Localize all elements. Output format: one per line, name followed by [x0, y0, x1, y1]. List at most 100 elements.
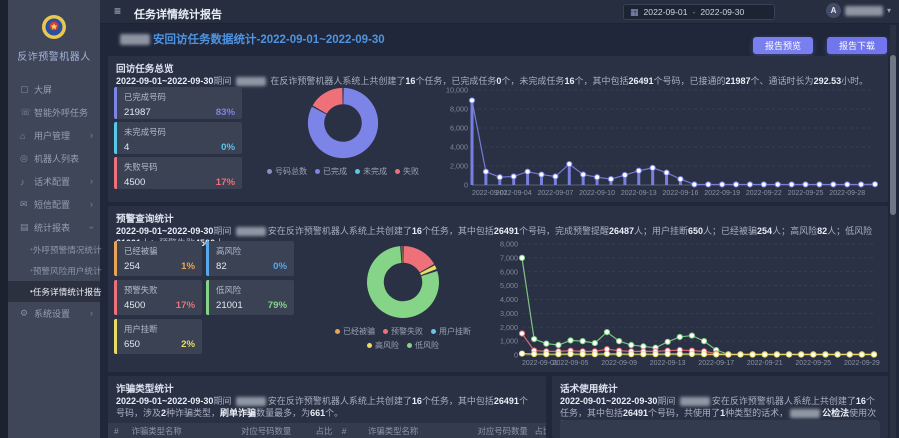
stat-card: 未完成号码40% — [114, 122, 242, 154]
table-col-header: 占比 — [528, 425, 546, 437]
stat-card-percent: 2% — [181, 339, 195, 350]
stat-card: 已经被骗2541% — [114, 241, 202, 276]
legend-dot-icon — [335, 329, 340, 334]
stat-card-label: 预警失败 — [124, 284, 195, 296]
report-download-button[interactable]: 报告下载 — [827, 37, 887, 54]
data-point — [519, 351, 524, 356]
legend-label: 未完成 — [363, 166, 387, 177]
stat-card: 用户挂断6502% — [114, 319, 202, 354]
data-point — [859, 182, 864, 187]
warning-donut-chart: 已经被骗预警失败用户挂断高风险低风险 — [320, 242, 486, 351]
sidebar-subitem-2[interactable]: •任务详情统计报告 — [8, 281, 100, 302]
user-menu[interactable]: A ▾ — [826, 3, 891, 18]
legend-item[interactable]: 用户挂断 — [431, 326, 471, 337]
sidebar-item-3[interactable]: ◎机器人列表 — [8, 147, 100, 170]
app-name: 反诈预警机器人 — [8, 48, 100, 63]
fraud-type-panel: 诈骗类型统计 2022-09-01~2022-09-30期间 安在反诈预警机器人… — [108, 376, 546, 438]
title-row: 安回访任务数据统计-2022-09-01~2022-09-30 报告预览 报告下… — [100, 24, 899, 56]
data-point — [859, 352, 864, 357]
svg-text:2022-09-05: 2022-09-05 — [553, 360, 589, 367]
fraud-type-summary: 2022-09-01~2022-09-30期间 安在反诈预警机器人系统上共创建了… — [116, 395, 536, 419]
sidebar-item-label: 机器人列表 — [34, 152, 79, 165]
svg-text:4,000: 4,000 — [450, 143, 468, 152]
svg-text:2022-09-10: 2022-09-10 — [579, 190, 615, 197]
stat-card-label: 高风险 — [216, 245, 287, 257]
stat-card-value: 4500 — [124, 177, 145, 188]
sidebar-item-1[interactable]: ☏智能外呼任务 — [8, 101, 100, 124]
sidebar-item-label: 统计报表 — [34, 221, 70, 234]
legend-item[interactable]: 预警失败 — [383, 326, 423, 337]
svg-text:7,000: 7,000 — [500, 253, 518, 262]
legend-item[interactable]: 失败 — [395, 166, 419, 177]
date-start[interactable]: 2022-09-01 — [644, 7, 688, 17]
data-point — [803, 182, 808, 187]
sidebar-subitem-1[interactable]: •预警风险用户统计 — [8, 260, 100, 281]
legend-item[interactable]: 未完成 — [355, 166, 387, 177]
data-point — [665, 339, 670, 344]
line-chart-svg: 01,0002,0003,0004,0005,0006,0007,0008,00… — [488, 238, 882, 368]
legend-item[interactable]: 低风险 — [407, 340, 439, 351]
legend-item[interactable]: 已经被骗 — [335, 326, 375, 337]
sidebar-item-4[interactable]: ♪话术配置› — [8, 170, 100, 193]
svg-text:2022-09-09: 2022-09-09 — [601, 360, 637, 367]
script-usage-panel: 话术使用统计 2022-09-01~2022-09-30期间 安在反诈预警机器人… — [552, 376, 888, 438]
scrollbar-thumb[interactable] — [890, 55, 896, 215]
sidebar-item-0[interactable]: ▢大屏 — [8, 78, 100, 101]
svg-text:2022-09-21: 2022-09-21 — [747, 360, 783, 367]
sidebar-item-6[interactable]: ▤统计报表› — [8, 216, 100, 239]
fraud-type-title: 诈骗类型统计 — [116, 381, 174, 395]
stat-card-percent: 79% — [268, 300, 287, 311]
svg-text:10,000: 10,000 — [446, 86, 468, 95]
data-point — [553, 174, 558, 179]
svg-text:0: 0 — [514, 351, 518, 360]
date-end[interactable]: 2022-09-30 — [700, 7, 744, 17]
menu-toggle-icon[interactable]: ≡ — [114, 4, 121, 18]
redacted-text — [236, 227, 266, 236]
data-point — [519, 255, 524, 260]
svg-text:2022-09-25: 2022-09-25 — [795, 360, 831, 367]
data-point — [539, 172, 544, 177]
redacted-text — [680, 397, 710, 406]
script-usage-card-partial — [560, 420, 880, 438]
data-point — [692, 182, 697, 187]
redacted-text — [236, 397, 266, 406]
data-point — [689, 351, 694, 356]
data-point — [567, 162, 572, 167]
overview-stat-cards: 已完成号码2198783%未完成号码40%失败号码450017% — [114, 87, 242, 189]
sidebar-item-label: 智能外呼任务 — [34, 106, 88, 119]
data-point — [568, 338, 573, 343]
chevron-down-icon: ▾ — [887, 6, 891, 15]
data-point — [581, 172, 586, 177]
date-range-picker[interactable]: ▦ 2022-09-01 - 2022-09-30 — [623, 4, 775, 20]
legend-label: 号码总数 — [275, 166, 307, 177]
sidebar-item-2[interactable]: ⌂用户管理› — [8, 124, 100, 147]
report-preview-button[interactable]: 报告预览 — [753, 37, 813, 54]
stat-card-value: 21001 — [216, 300, 243, 311]
overview-line-chart: 02,0004,0006,0008,00010,0002022-09-01202… — [438, 84, 883, 198]
police-badge-icon — [41, 14, 67, 40]
warning-panel: 预警查询统计 2022-09-01~2022-09-30期间 安在反诈预警机器人… — [108, 206, 888, 372]
stat-card-percent: 0% — [273, 261, 287, 272]
svg-text:1,000: 1,000 — [500, 337, 518, 346]
legend-item[interactable]: 号码总数 — [267, 166, 307, 177]
sidebar-item-5[interactable]: ✉短信配置› — [8, 193, 100, 216]
legend-label: 已经被骗 — [343, 326, 375, 337]
data-point — [525, 169, 530, 174]
sidebar-subitem-label: 任务详情统计报告 — [33, 286, 102, 298]
sidebar-item-7[interactable]: ⚙系统设置› — [8, 302, 100, 325]
legend-dot-icon — [355, 169, 360, 174]
data-point — [678, 177, 683, 182]
phone-task-icon: ☏ — [20, 107, 34, 118]
donut-slice-用户挂断 — [427, 269, 428, 272]
legend-item[interactable]: 已完成 — [315, 166, 347, 177]
table-col-header: 对应号码数量 — [472, 425, 529, 437]
data-point — [469, 98, 474, 103]
data-point — [701, 352, 706, 357]
data-point — [592, 340, 597, 345]
legend-item[interactable]: 高风险 — [367, 340, 399, 351]
data-point — [750, 352, 755, 357]
sidebar-subitem-0[interactable]: •外呼预警情况统计 — [8, 239, 100, 260]
stat-card-value: 21987 — [124, 107, 151, 118]
legend-dot-icon — [267, 169, 272, 174]
table-col-header: 对应号码数量 — [235, 425, 309, 437]
